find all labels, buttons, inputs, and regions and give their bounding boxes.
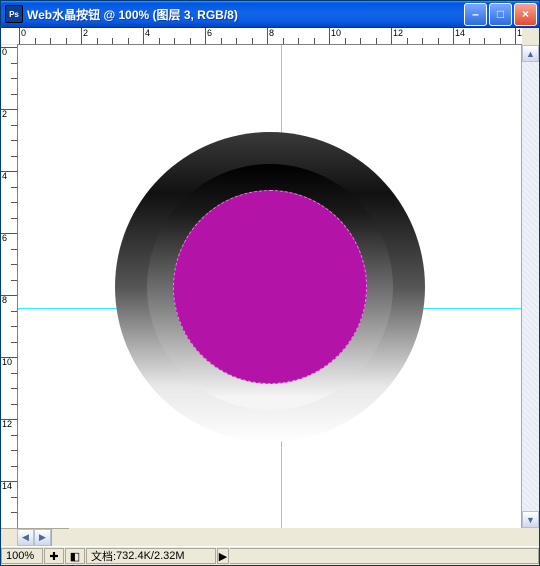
ruler-v-label: 0 (2, 48, 12, 57)
ruler-h-label: 8 (269, 28, 274, 38)
selected-fill-circle (173, 190, 367, 384)
app-icon: Ps (5, 5, 23, 23)
statusbar: 100% ✚ ◧ 文档: 732.4K/2.32M ▶ (1, 546, 539, 565)
doc-info[interactable]: 文档: 732.4K/2.32M (86, 548, 216, 564)
crosshair-icon[interactable]: ✚ (44, 548, 64, 564)
ruler-v-label: 4 (2, 172, 12, 181)
ruler-h-label: 10 (331, 28, 341, 38)
scroll-v-track[interactable] (522, 62, 539, 511)
crystal-button-art (115, 132, 425, 442)
doc-value: 732.4K/2.32M (116, 550, 185, 562)
ruler-v-label: 6 (2, 234, 12, 243)
ruler-h-label: 16 (517, 28, 522, 38)
app-window: Ps Web水晶按钮 @ 100% (图层 3, RGB/8) – □ × 0 2… (0, 0, 540, 566)
status-spacer (230, 548, 539, 564)
ruler-v-label: 8 (2, 296, 12, 305)
scroll-corner-left (1, 528, 17, 546)
scroll-corner (51, 528, 69, 546)
ruler-h-label: 0 (21, 28, 26, 38)
ruler-v-label: 10 (2, 358, 12, 367)
ruler-row-top: 0 2 4 6 8 10 12 14 16 (1, 28, 539, 45)
ruler-v-label: 12 (2, 420, 12, 429)
window-title: Web水晶按钮 @ 100% (图层 3, RGB/8) (27, 6, 464, 23)
slice-icon[interactable]: ◧ (65, 548, 85, 564)
scrollbar-row: ◀ ▶ (1, 528, 539, 546)
window-button-group: – □ × (464, 3, 537, 26)
doc-menu-arrow-icon[interactable]: ▶ (217, 548, 229, 564)
canvas[interactable] (18, 45, 521, 528)
ruler-corner-right (522, 28, 539, 45)
zoom-field[interactable]: 100% (1, 548, 43, 564)
scrollbar-vertical[interactable]: ▲ ▼ (521, 45, 539, 528)
titlebar[interactable]: Ps Web水晶按钮 @ 100% (图层 3, RGB/8) – □ × (1, 1, 539, 28)
ruler-horizontal[interactable]: 0 2 4 6 8 10 12 14 16 (17, 28, 522, 45)
ruler-h-label: 6 (207, 28, 212, 38)
ruler-origin[interactable] (1, 28, 17, 44)
maximize-button[interactable]: □ (489, 3, 512, 26)
scroll-left-button[interactable]: ◀ (17, 529, 34, 546)
ruler-h-label: 4 (145, 28, 150, 38)
outer-ring (115, 132, 425, 442)
ruler-h-label: 2 (83, 28, 88, 38)
ruler-h-label: 12 (393, 28, 403, 38)
close-button[interactable]: × (514, 3, 537, 26)
scroll-down-button[interactable]: ▼ (522, 511, 539, 528)
workspace: 0 2 4 6 8 10 12 14 16 0 2 4 6 8 10 12 14 16 ▲ (1, 28, 539, 546)
ruler-h-label: 14 (455, 28, 465, 38)
content-row: 0246810121416 ▲ ▼ (1, 45, 539, 528)
scroll-right-button[interactable]: ▶ (34, 529, 51, 546)
scrollbar-horizontal[interactable]: ◀ ▶ (17, 528, 51, 546)
minimize-button[interactable]: – (464, 3, 487, 26)
doc-label: 文档: (91, 548, 116, 564)
scroll-up-button[interactable]: ▲ (522, 45, 539, 62)
ruler-vertical[interactable]: 0246810121416 (1, 45, 18, 528)
ruler-v-label: 2 (2, 110, 12, 119)
ruler-v-label: 14 (2, 482, 12, 491)
